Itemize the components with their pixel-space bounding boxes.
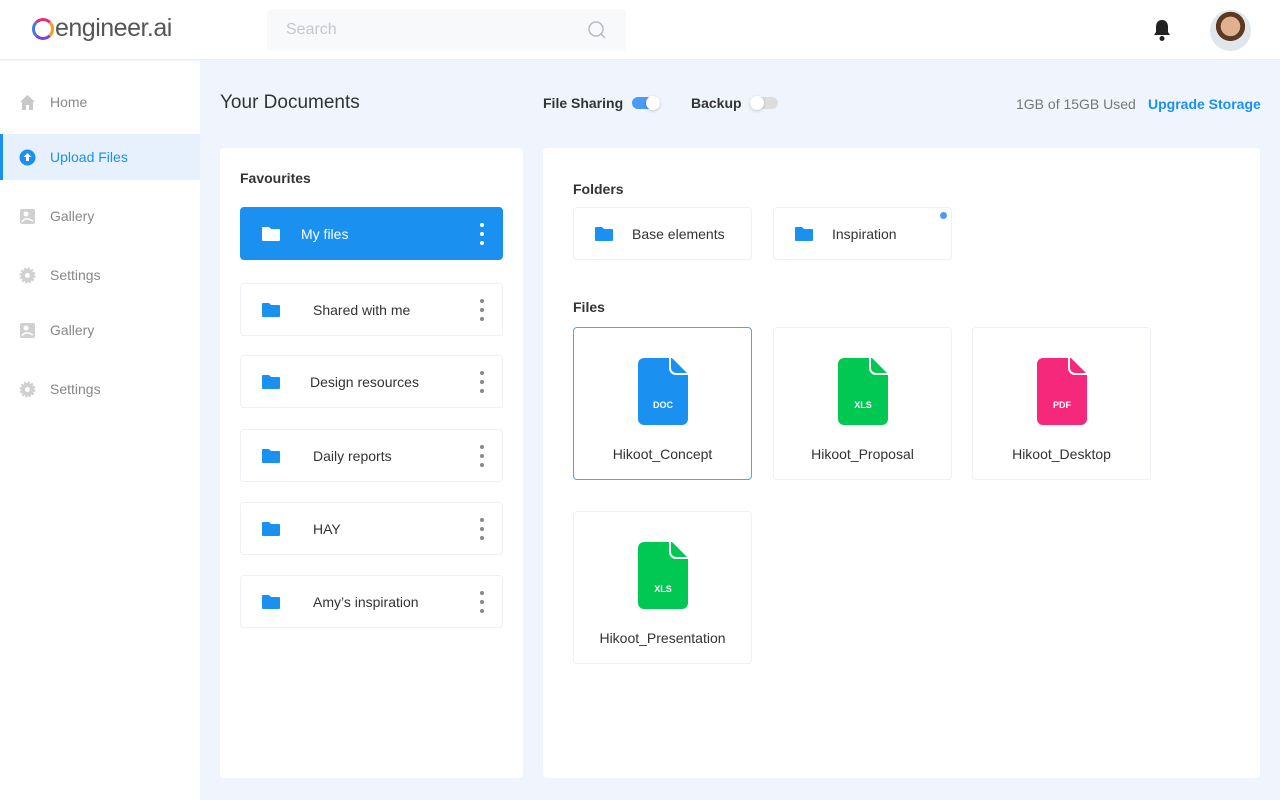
favourite-item[interactable]: HAY xyxy=(240,502,503,555)
xls-file-icon: XLS xyxy=(838,358,888,425)
file-type-label: XLS xyxy=(854,400,872,410)
favourite-item[interactable]: Design resources xyxy=(240,355,503,408)
folders-title: Folders xyxy=(573,181,624,197)
doc-file-icon: DOC xyxy=(638,358,688,425)
gallery-icon xyxy=(19,322,36,339)
folder-icon xyxy=(262,227,280,241)
upload-icon xyxy=(19,149,36,166)
file-name: Hikoot_Concept xyxy=(612,446,713,462)
upgrade-storage-link[interactable]: Upgrade Storage xyxy=(1148,96,1261,112)
folder-icon xyxy=(262,595,280,609)
more-options-icon[interactable] xyxy=(479,445,485,467)
search-icon[interactable] xyxy=(588,21,606,39)
folder-icon xyxy=(262,303,280,317)
file-name: Hikoot_Presentation xyxy=(599,630,726,646)
more-options-icon[interactable] xyxy=(479,223,485,245)
more-options-icon[interactable] xyxy=(479,591,485,613)
more-options-icon[interactable] xyxy=(479,299,485,321)
favourite-label: Shared with me xyxy=(313,302,411,318)
header: engineer.ai xyxy=(0,0,1280,60)
folder-icon xyxy=(262,522,280,536)
file-card[interactable]: XLS Hikoot_Presentation xyxy=(573,511,752,664)
files-title: Files xyxy=(573,299,605,315)
favourite-label: Daily reports xyxy=(313,448,392,464)
more-options-icon[interactable] xyxy=(479,371,485,393)
gear-icon xyxy=(19,381,36,398)
file-type-label: PDF xyxy=(1053,400,1072,410)
sidebar-item-gallery[interactable]: Gallery xyxy=(0,307,200,353)
favourite-label: Design resources xyxy=(310,374,419,390)
logo-text: engineer.ai xyxy=(55,14,172,42)
favourite-item[interactable]: My files xyxy=(240,207,503,260)
xls-file-icon: XLS xyxy=(638,542,688,609)
sidebar-item-home[interactable]: Home xyxy=(0,79,200,125)
notification-dot xyxy=(940,212,947,219)
sidebar-item-label: Home xyxy=(50,94,88,110)
favourites-title: Favourites xyxy=(240,170,311,186)
sidebar-item-settings[interactable]: Settings xyxy=(0,252,200,298)
favourite-label: HAY xyxy=(313,521,341,537)
bell-icon[interactable] xyxy=(1151,18,1173,42)
favourite-label: My files xyxy=(301,226,349,242)
sidebar-item-label: Gallery xyxy=(50,322,95,338)
favourite-item[interactable]: Shared with me xyxy=(240,283,503,336)
file-sharing-label: File Sharing xyxy=(543,95,624,111)
folder-icon xyxy=(262,375,280,389)
favourite-item[interactable]: Amy’s inspiration xyxy=(240,575,503,628)
folder-icon xyxy=(595,227,613,241)
sidebar-item-label: Gallery xyxy=(50,208,95,224)
file-card[interactable]: PDF Hikoot_Desktop xyxy=(972,327,1151,480)
search-input[interactable] xyxy=(267,9,567,51)
search-box xyxy=(267,9,626,51)
more-options-icon[interactable] xyxy=(479,518,485,540)
favourite-item[interactable]: Daily reports xyxy=(240,429,503,482)
folder-icon xyxy=(262,449,280,463)
sidebar-item-gallery[interactable]: Gallery xyxy=(0,193,200,239)
logo[interactable]: engineer.ai xyxy=(32,14,172,43)
sidebar-item-label: Upload Files xyxy=(50,149,128,165)
sidebar: Home Upload Files Gallery Settings Gallery Se… xyxy=(0,61,200,800)
file-name: Hikoot_Desktop xyxy=(1012,446,1111,462)
pdf-file-icon: PDF xyxy=(1037,358,1087,425)
folder-name: Base elements xyxy=(632,226,725,242)
file-card[interactable]: DOC Hikoot_Concept xyxy=(573,327,752,480)
gear-icon xyxy=(19,267,36,284)
file-card[interactable]: XLS Hikoot_Proposal xyxy=(773,327,952,480)
file-name: Hikoot_Proposal xyxy=(811,446,914,462)
sidebar-item-label: Settings xyxy=(50,381,101,397)
avatar[interactable] xyxy=(1210,10,1251,51)
gallery-icon xyxy=(19,208,36,225)
folder-card[interactable]: Inspiration xyxy=(773,207,952,260)
home-icon xyxy=(19,94,36,111)
sidebar-item-label: Settings xyxy=(50,267,101,283)
sidebar-item-upload-files[interactable]: Upload Files xyxy=(0,134,200,180)
logo-mark xyxy=(32,17,54,40)
page-title: Your Documents xyxy=(220,92,360,113)
folder-name: Inspiration xyxy=(832,226,897,242)
content-panel: Folders Files Base elements Inspiration DO… xyxy=(543,148,1260,778)
backup-toggle[interactable] xyxy=(750,96,778,110)
sidebar-item-settings[interactable]: Settings xyxy=(0,366,200,412)
folder-icon xyxy=(795,227,813,241)
folder-card[interactable]: Base elements xyxy=(573,207,752,260)
file-type-label: XLS xyxy=(654,584,672,594)
backup-label: Backup xyxy=(691,95,742,111)
storage-usage: 1GB of 15GB Used xyxy=(1016,96,1136,112)
file-sharing-toggle[interactable] xyxy=(632,96,660,110)
file-type-label: DOC xyxy=(653,400,674,410)
favourite-label: Amy’s inspiration xyxy=(313,594,419,610)
favourites-panel: Favourites My files Shared with me Design … xyxy=(220,148,523,778)
